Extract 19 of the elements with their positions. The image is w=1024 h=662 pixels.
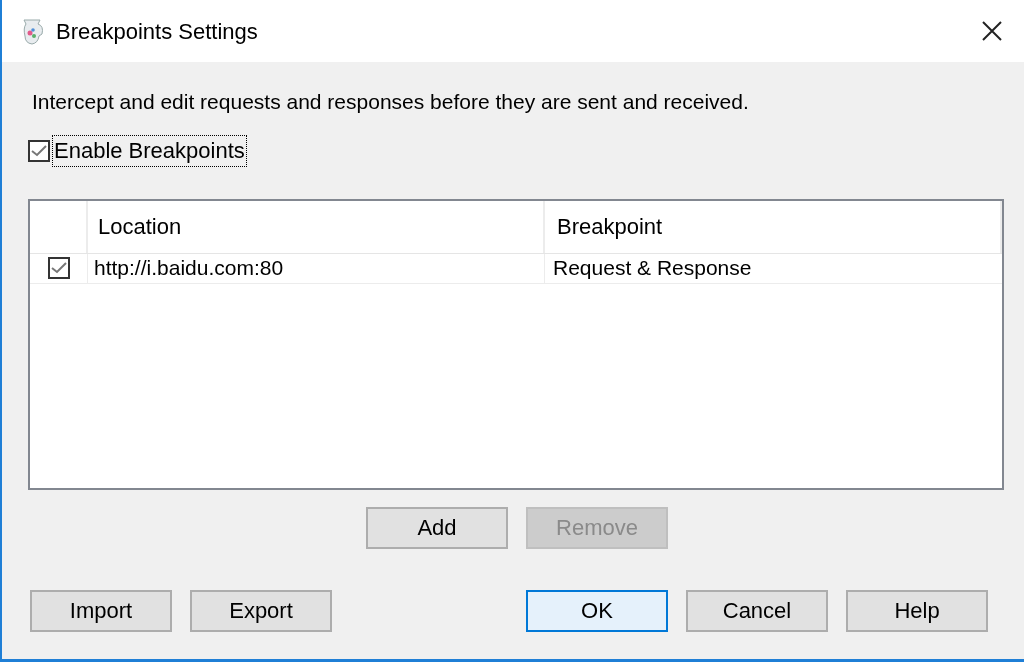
check-icon	[50, 262, 67, 274]
column-header[interactable]: Location	[88, 200, 545, 253]
window-title: Breakpoints Settings	[56, 17, 258, 46]
description-text: Intercept and edit requests and responses before they are sent and received.	[31, 89, 750, 115]
list-button[interactable]: Add	[366, 506, 508, 549]
checkbox[interactable]	[28, 139, 50, 162]
footer-button[interactable]: Help	[846, 589, 988, 632]
check-icon	[31, 144, 47, 157]
table-cell-text: Request & Response	[552, 255, 753, 282]
column-header[interactable]: Breakpoint	[545, 200, 1002, 253]
footer-button[interactable]: Import	[30, 589, 172, 632]
footer-button[interactable]: OK	[526, 589, 668, 632]
checkbox[interactable]	[47, 257, 70, 279]
footer-button[interactable]: Export	[190, 589, 332, 632]
checkbox-label[interactable]: Enable Breakpoints	[52, 134, 247, 167]
footer-button[interactable]: Cancel	[686, 589, 828, 632]
table-cell: http://i.baidu.com:80	[88, 253, 545, 283]
close-icon	[982, 21, 1002, 41]
pitcher-icon	[20, 16, 46, 46]
